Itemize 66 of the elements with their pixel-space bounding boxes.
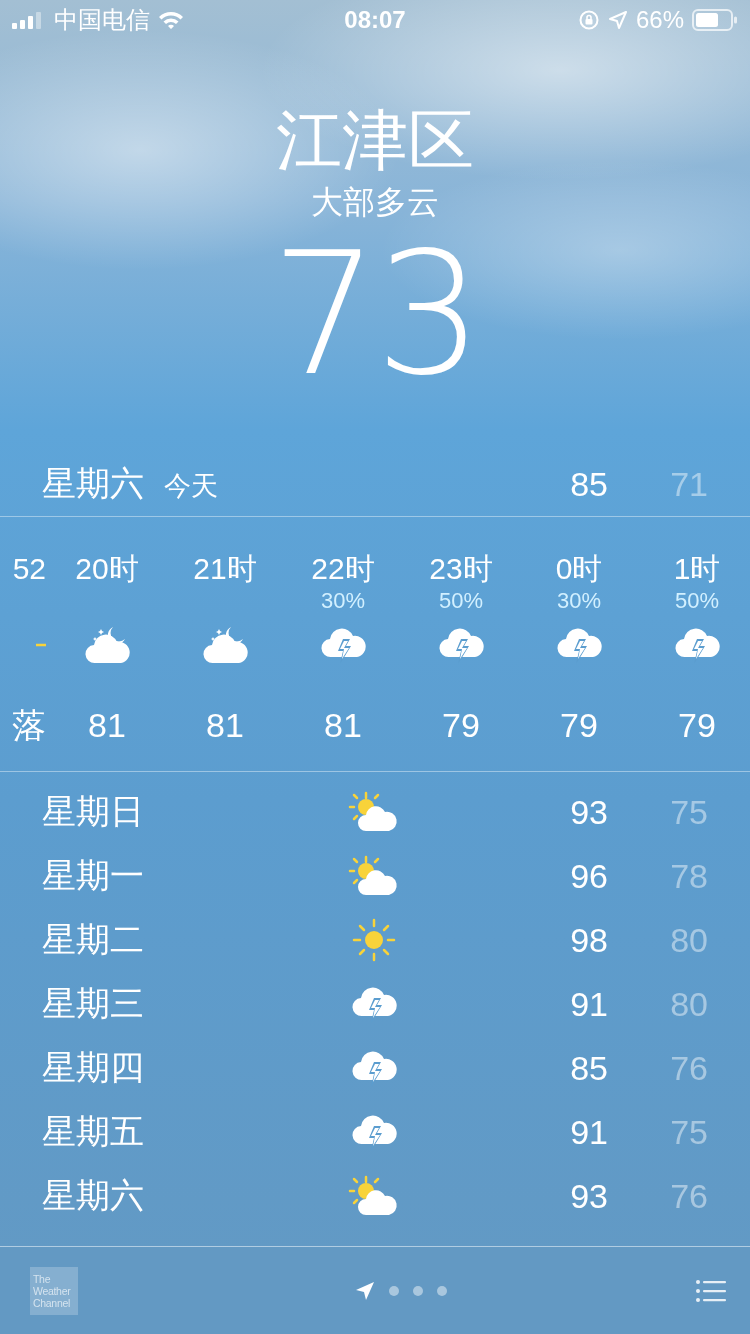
low-temperature: 80 — [669, 920, 708, 960]
sun-cloud-icon — [348, 855, 400, 897]
weather-channel-logo: The Weather Channel — [30, 1266, 78, 1315]
sun-icon — [352, 918, 396, 962]
hour-label: 0时 — [555, 551, 603, 587]
day-name: 星期六 — [42, 1175, 145, 1216]
rain-chance: 30% — [556, 588, 601, 613]
low-temperature: 75 — [669, 1112, 708, 1152]
high-temperature: 91 — [569, 1112, 608, 1152]
high-temperature: 91 — [569, 984, 608, 1024]
hour-temperature: 81 — [88, 705, 126, 746]
high-temperature: 85 — [569, 464, 608, 504]
low-temperature: 76 — [669, 1048, 708, 1088]
day-name: 星期五 — [42, 1111, 145, 1152]
hour-temperature: 79 — [678, 705, 716, 746]
high-temperature: 98 — [569, 920, 608, 960]
hour-temperature: 81 — [324, 705, 362, 746]
day-name: 星期一 — [42, 855, 145, 896]
low-temperature: 75 — [669, 792, 708, 832]
hour-temperature: 79 — [560, 705, 598, 746]
list-icon[interactable] — [696, 1278, 726, 1303]
low-temperature: 71 — [669, 464, 708, 504]
hour-label: 20时 — [75, 551, 139, 587]
current-temperature: 73 — [270, 224, 480, 404]
day-name: 星期六 — [42, 463, 144, 504]
rain-chance: 50% — [438, 588, 483, 613]
carrier-name: 中国电信 — [54, 5, 150, 35]
city-name: 江津区 — [276, 102, 474, 179]
today-label: 今天 — [164, 470, 218, 503]
battery-icon — [692, 9, 738, 31]
location-page-icon[interactable] — [355, 1280, 375, 1301]
clock-time: 08:07 — [344, 6, 406, 33]
day-name: 星期三 — [42, 983, 145, 1024]
hour-label: 22时 — [311, 551, 375, 587]
wifi-icon — [158, 10, 184, 30]
rain-chance: 50% — [674, 588, 719, 613]
hour-label: 1时 — [673, 551, 721, 587]
sun-cloud-icon — [348, 1175, 400, 1217]
moon-cloud-icon — [201, 625, 249, 665]
rain-chance: 30% — [320, 588, 365, 613]
day-name: 星期四 — [42, 1047, 145, 1088]
page-dot-icon[interactable] — [437, 1285, 447, 1296]
low-temperature: 80 — [669, 984, 708, 1024]
hour-label: 52 — [12, 551, 46, 587]
high-temperature: 85 — [569, 1048, 608, 1088]
low-temperature: 78 — [669, 856, 708, 896]
hour-temperature: 落 — [12, 705, 46, 746]
hour-temperature: 81 — [206, 705, 244, 746]
low-temperature: 76 — [669, 1176, 708, 1216]
hour-label: 23时 — [429, 551, 493, 587]
hour-label: 21时 — [193, 551, 257, 587]
location-arrow-icon — [607, 10, 628, 30]
day-name: 星期日 — [42, 791, 145, 832]
sun-cloud-icon — [348, 791, 400, 833]
moon-cloud-icon — [83, 625, 131, 665]
page-dot-icon[interactable] — [413, 1285, 423, 1296]
sun-ray-icon — [36, 643, 46, 647]
weather-condition: 大部多云 — [311, 183, 439, 222]
high-temperature: 93 — [569, 1176, 608, 1216]
high-temperature: 96 — [569, 856, 608, 896]
hour-temperature: 79 — [442, 705, 480, 746]
day-name: 星期二 — [42, 919, 145, 960]
high-temperature: 93 — [569, 792, 608, 832]
battery-percentage: 66% — [635, 6, 684, 34]
page-dot-icon[interactable] — [389, 1285, 399, 1296]
rotation-lock-icon — [577, 9, 600, 31]
